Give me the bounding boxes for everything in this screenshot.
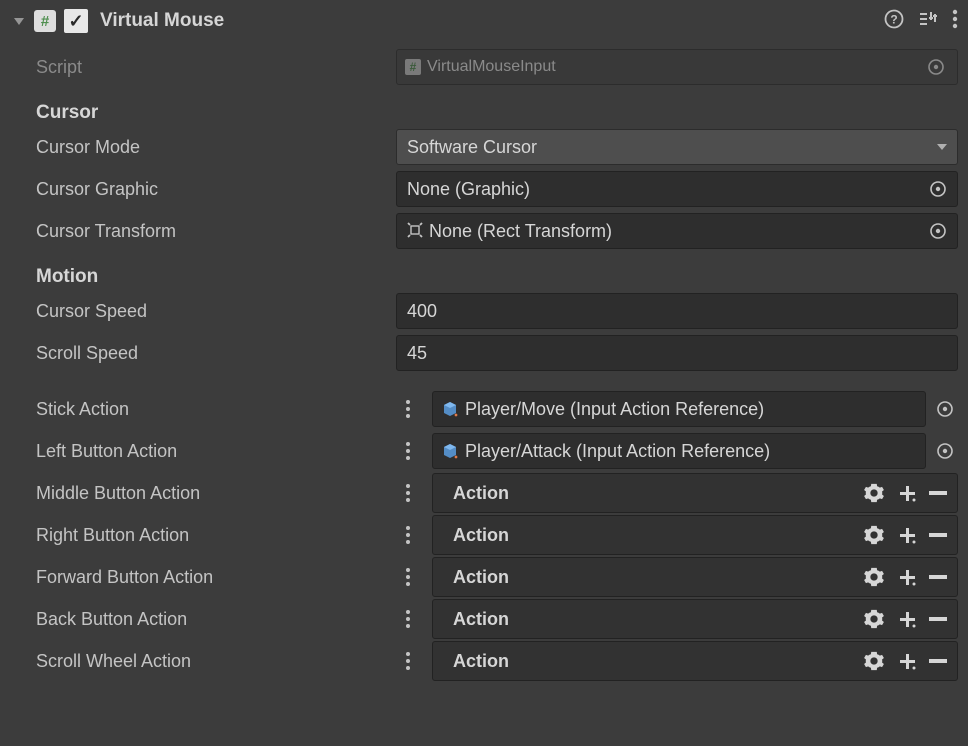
scroll-speed-input[interactable] (396, 335, 958, 371)
cursor-graphic-row: Cursor Graphic None (Graphic) (36, 168, 958, 210)
back-button-action-label: Back Button Action (36, 609, 396, 630)
minus-icon[interactable] (929, 533, 947, 537)
options-icon[interactable] (396, 610, 420, 628)
object-picker-icon[interactable] (923, 54, 949, 80)
left-button-action-row: Left Button Action Player/Attack (Input … (36, 430, 958, 472)
action-label: Action (453, 525, 863, 546)
plus-icon[interactable] (897, 609, 917, 629)
cursor-mode-value: Software Cursor (407, 137, 537, 158)
object-picker-icon[interactable] (932, 396, 958, 422)
cursor-transform-row: Cursor Transform None (Rect Transform) (36, 210, 958, 252)
left-button-action-value: Player/Attack (Input Action Reference) (465, 441, 770, 462)
left-button-action-field[interactable]: Player/Attack (Input Action Reference) (432, 433, 926, 469)
middle-button-action-label: Middle Button Action (36, 483, 396, 504)
gear-icon[interactable] (863, 524, 885, 546)
gear-icon[interactable] (863, 482, 885, 504)
rect-transform-icon (407, 222, 423, 240)
scroll-wheel-action-label: Scroll Wheel Action (36, 651, 396, 672)
cursor-mode-label: Cursor Mode (36, 137, 396, 158)
gear-icon[interactable] (863, 566, 885, 588)
scroll-wheel-action-box[interactable]: Action (432, 641, 958, 681)
forward-button-action-row: Forward Button Action Action (36, 556, 958, 598)
cursor-mode-row: Cursor Mode Software Cursor (36, 126, 958, 168)
minus-icon[interactable] (929, 617, 947, 621)
options-icon[interactable] (396, 400, 420, 418)
forward-button-action-box[interactable]: Action (432, 557, 958, 597)
cursor-speed-label: Cursor Speed (36, 301, 396, 322)
stick-action-field[interactable]: Player/Move (Input Action Reference) (432, 391, 926, 427)
cursor-graphic-field[interactable]: None (Graphic) (396, 171, 958, 207)
plus-icon[interactable] (897, 651, 917, 671)
cursor-graphic-label: Cursor Graphic (36, 179, 396, 200)
help-icon[interactable]: ? (884, 9, 904, 34)
plus-icon[interactable] (897, 567, 917, 587)
cursor-speed-row: Cursor Speed (36, 290, 958, 332)
plus-icon[interactable] (897, 483, 917, 503)
action-label: Action (453, 651, 863, 672)
action-label: Action (453, 483, 863, 504)
virtual-mouse-component: # ✓ Virtual Mouse ? Script # VirtualMous… (0, 0, 968, 696)
object-picker-icon[interactable] (925, 176, 951, 202)
svg-text:?: ? (890, 12, 897, 26)
dropdown-arrow-icon (937, 144, 947, 150)
cursor-transform-value: None (Rect Transform) (429, 221, 612, 242)
options-icon[interactable] (396, 526, 420, 544)
gear-icon[interactable] (863, 650, 885, 672)
stick-action-value: Player/Move (Input Action Reference) (465, 399, 764, 420)
right-button-action-box[interactable]: Action (432, 515, 958, 555)
minus-icon[interactable] (929, 575, 947, 579)
back-button-action-row: Back Button Action Action (36, 598, 958, 640)
forward-button-action-label: Forward Button Action (36, 567, 396, 588)
right-button-action-label: Right Button Action (36, 525, 396, 546)
script-mini-icon: # (405, 59, 421, 75)
cursor-transform-field[interactable]: None (Rect Transform) (396, 213, 958, 249)
script-icon: # (34, 10, 56, 32)
component-header[interactable]: # ✓ Virtual Mouse ? (0, 0, 968, 42)
stick-action-row: Stick Action Player/Move (Input Action R… (36, 388, 958, 430)
action-label: Action (453, 609, 863, 630)
enabled-checkbox[interactable]: ✓ (64, 9, 88, 33)
foldout-arrow-icon[interactable] (14, 18, 24, 25)
right-button-action-row: Right Button Action Action (36, 514, 958, 556)
object-picker-icon[interactable] (925, 218, 951, 244)
scroll-speed-label: Scroll Speed (36, 343, 396, 364)
script-row: Script # VirtualMouseInput (36, 46, 958, 88)
cursor-speed-input[interactable] (396, 293, 958, 329)
asset-icon (441, 400, 459, 418)
back-button-action-box[interactable]: Action (432, 599, 958, 639)
scroll-speed-row: Scroll Speed (36, 332, 958, 374)
script-field: # VirtualMouseInput (396, 49, 958, 85)
script-value: VirtualMouseInput (427, 58, 556, 76)
preset-icon[interactable] (918, 10, 938, 33)
minus-icon[interactable] (929, 491, 947, 495)
script-label: Script (36, 57, 396, 78)
motion-section-header: Motion (36, 252, 958, 290)
component-title: Virtual Mouse (100, 10, 884, 32)
scroll-wheel-action-row: Scroll Wheel Action Action (36, 640, 958, 682)
stick-action-label: Stick Action (36, 399, 396, 420)
asset-icon (441, 442, 459, 460)
options-icon[interactable] (396, 568, 420, 586)
cursor-graphic-value: None (Graphic) (407, 179, 530, 200)
gear-icon[interactable] (863, 608, 885, 630)
options-icon[interactable] (396, 442, 420, 460)
object-picker-icon[interactable] (932, 438, 958, 464)
minus-icon[interactable] (929, 659, 947, 663)
cursor-mode-dropdown[interactable]: Software Cursor (396, 129, 958, 165)
plus-icon[interactable] (897, 525, 917, 545)
kebab-menu-icon[interactable] (952, 9, 958, 34)
middle-button-action-box[interactable]: Action (432, 473, 958, 513)
left-button-action-label: Left Button Action (36, 441, 396, 462)
options-icon[interactable] (396, 484, 420, 502)
cursor-section-header: Cursor (36, 88, 958, 126)
action-label: Action (453, 567, 863, 588)
cursor-transform-label: Cursor Transform (36, 221, 396, 242)
options-icon[interactable] (396, 652, 420, 670)
middle-button-action-row: Middle Button Action Action (36, 472, 958, 514)
